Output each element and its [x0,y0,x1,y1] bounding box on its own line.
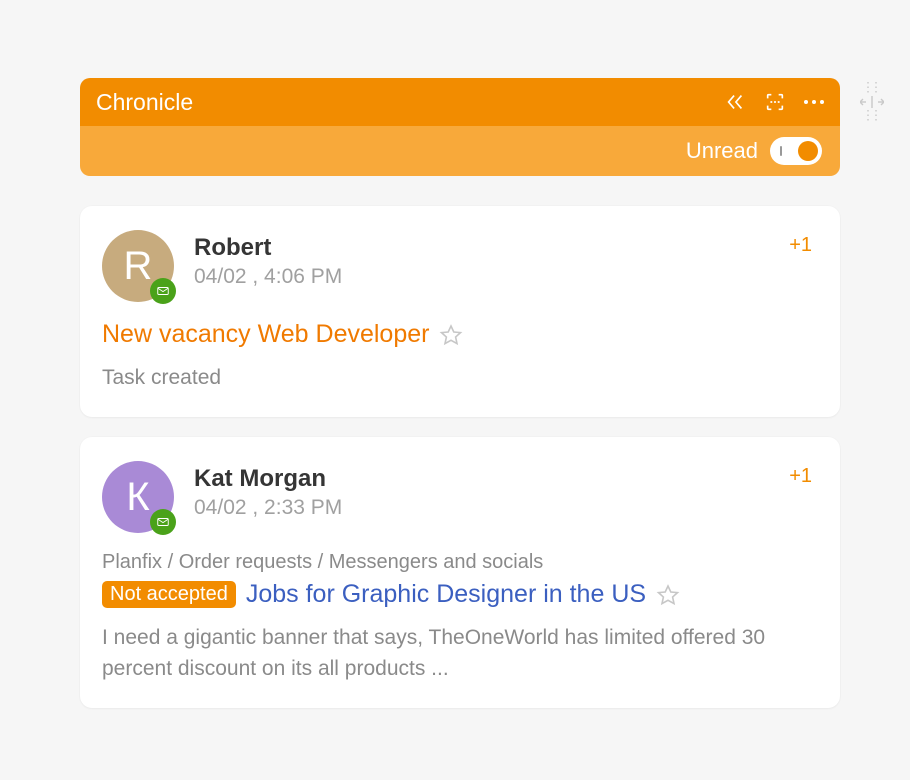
card-header: R Robert 04/02 , 4:06 PM +1 [102,230,812,302]
chronicle-panel: Chronicle Unread [80,78,840,176]
mail-badge-icon [150,509,176,535]
feed-card[interactable]: К Kat Morgan 04/02 , 2:33 PM +1 Planfix … [80,437,840,708]
mail-badge-icon [150,278,176,304]
card-list: R Robert 04/02 , 4:06 PM +1 New vacancy … [80,206,840,708]
avatar[interactable]: R [102,230,174,302]
feed-card[interactable]: R Robert 04/02 , 4:06 PM +1 New vacancy … [80,206,840,417]
breadcrumb: Planfix / Order requests / Messengers an… [102,551,812,574]
star-icon[interactable] [656,583,680,607]
author-name: Kat Morgan [194,465,769,494]
resize-handle[interactable] [855,78,889,126]
avatar-initial: К [126,475,149,520]
author-name: Robert [194,234,769,263]
unread-count: +1 [789,230,812,257]
avatar-initial: R [124,244,153,289]
snippet: I need a gigantic banner that says, TheO… [102,623,812,684]
panel-subheader: Unread [80,126,840,176]
more-icon[interactable] [804,100,824,104]
card-body: New vacancy Web Developer Task created [102,320,812,393]
filter-label: Unread [686,138,758,164]
star-icon[interactable] [439,323,463,347]
title-line: New vacancy Web Developer [102,320,812,349]
author-block: Kat Morgan 04/02 , 2:33 PM [194,461,769,520]
task-title[interactable]: New vacancy Web Developer [102,320,429,349]
timestamp: 04/02 , 2:33 PM [194,496,769,520]
panel-title: Chronicle [96,89,724,116]
card-body: Planfix / Order requests / Messengers an… [102,551,812,684]
header-actions [724,91,824,113]
timestamp: 04/02 , 4:06 PM [194,265,769,289]
panel-header: Chronicle [80,78,840,126]
title-line: Not accepted Jobs for Graphic Designer i… [102,580,812,609]
scan-icon[interactable] [764,91,786,113]
unread-toggle[interactable] [770,137,822,165]
status-tag: Not accepted [102,581,236,608]
task-title[interactable]: Jobs for Graphic Designer in the US [246,580,646,609]
card-header: К Kat Morgan 04/02 , 2:33 PM +1 [102,461,812,533]
unread-count: +1 [789,461,812,488]
avatar[interactable]: К [102,461,174,533]
collapse-icon[interactable] [724,91,746,113]
author-block: Robert 04/02 , 4:06 PM [194,230,769,289]
snippet: Task created [102,363,812,393]
